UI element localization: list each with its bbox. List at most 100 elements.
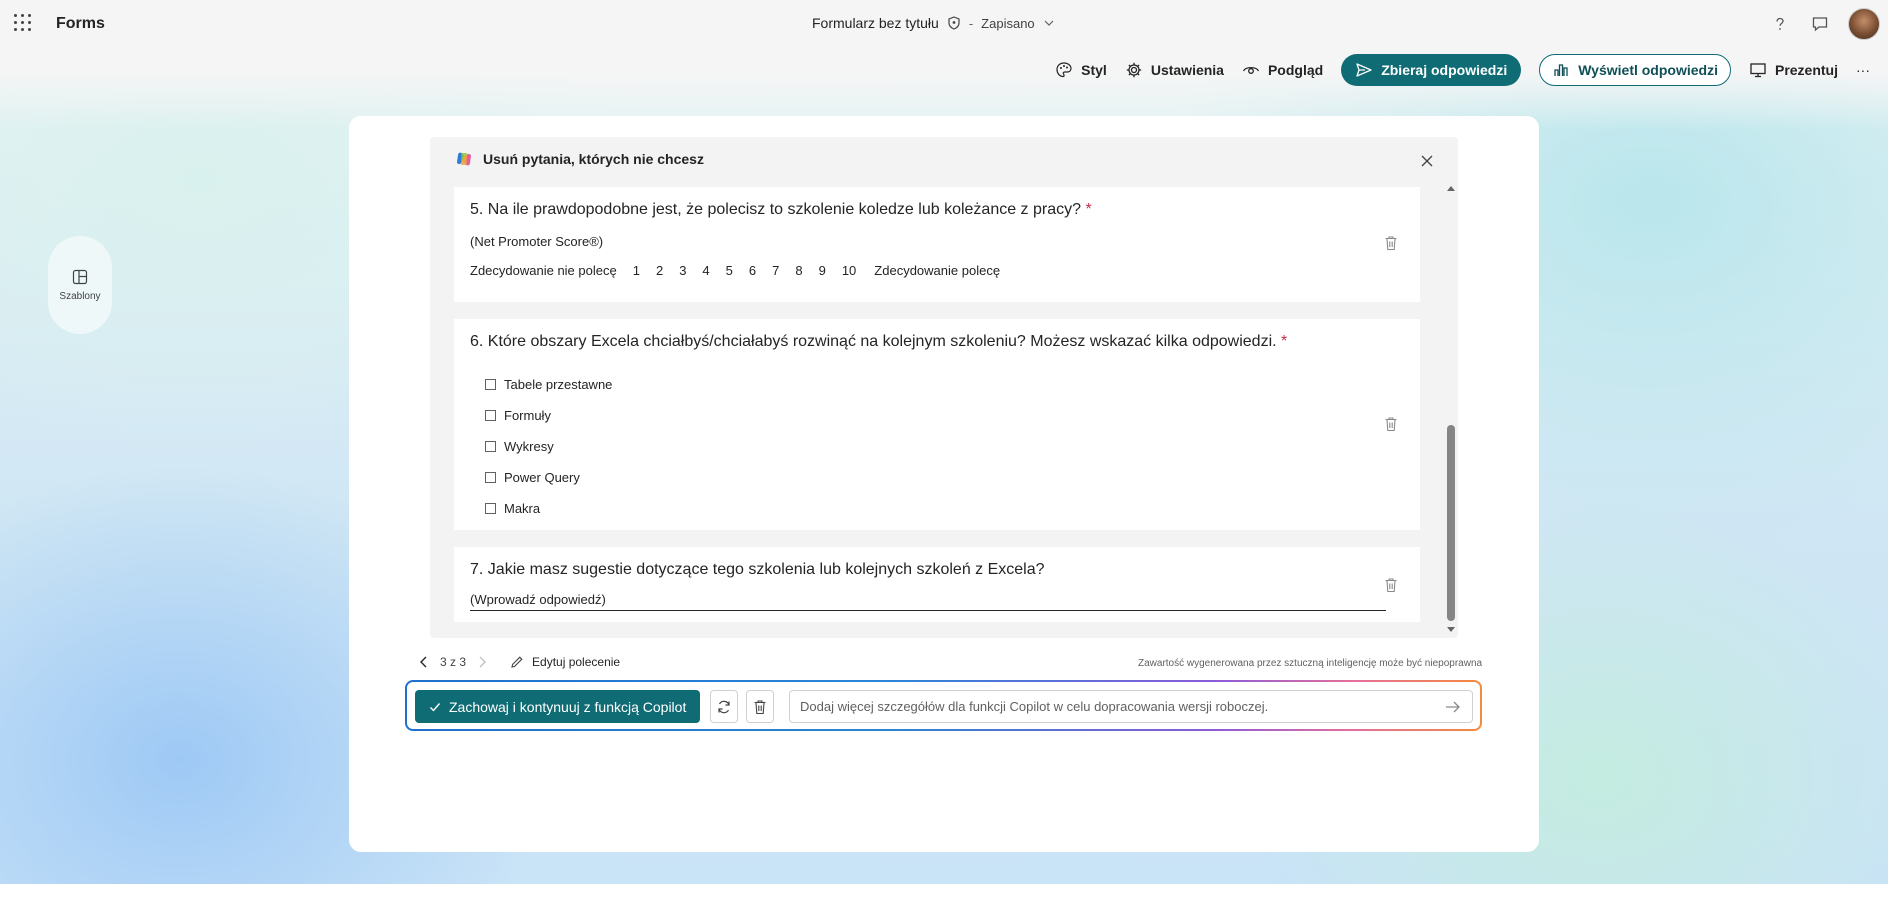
delete-question-icon[interactable] [1384,235,1398,251]
settings-button[interactable]: Ustawienia [1125,54,1224,86]
document-title[interactable]: Formularz bez tytułu [812,15,939,31]
question-title-text: 7. Jakie masz sugestie dotyczące tego sz… [470,561,1045,578]
discard-button[interactable] [746,690,774,723]
copilot-icon [457,152,471,166]
copilot-prompt-input[interactable]: Dodaj więcej szczegółów dla funkcji Copi… [789,690,1473,723]
panel-header: Usuń pytania, których nie chcesz [455,150,704,168]
question-card-7[interactable]: 7. Jakie masz sugestie dotyczące tego sz… [454,547,1420,622]
option-label: Tabele przestawne [504,377,613,392]
document-title-bar[interactable]: Formularz bez tytułu - Zapisano [812,15,1055,31]
checkbox-option[interactable]: Makra [485,501,540,516]
scale-option[interactable]: 2 [656,263,663,278]
gear-icon [1126,62,1142,78]
question-title-text: 5. Na ile prawdopodobne jest, że polecis… [470,201,1082,218]
question-card-5[interactable]: 5. Na ile prawdopodobne jest, że polecis… [454,187,1420,302]
checkbox-option[interactable]: Formuły [485,408,551,423]
regenerate-button[interactable] [710,690,738,723]
preview-label: Podgląd [1267,62,1324,78]
send-icon [1356,63,1372,77]
checkbox[interactable] [485,441,496,452]
bar-chart-icon [1554,64,1568,76]
question-title: 7. Jakie masz sugestie dotyczące tego sz… [470,561,1045,579]
copilot-prompt-inner: Zachowaj i kontynuuj z funkcją Copilot D… [407,682,1480,729]
draft-pager: 3 z 3 Edytuj polecenie [418,655,620,669]
header-actions [1768,8,1880,40]
collect-responses-label: Zbieraj odpowiedzi [1381,62,1508,78]
chevron-right-icon[interactable] [476,655,488,669]
keep-and-continue-button[interactable]: Zachowaj i kontynuuj z funkcją Copilot [415,690,701,723]
delete-question-icon[interactable] [1384,577,1398,593]
view-responses-button[interactable]: Wyświetl odpowiedzi [1539,54,1731,86]
more-options-button[interactable]: ··· [1856,54,1870,86]
scrollbar-thumb[interactable] [1447,425,1455,621]
feedback-icon[interactable] [1808,12,1832,36]
present-label: Prezentuj [1774,62,1838,78]
pencil-icon [511,656,523,668]
question-title: 5. Na ile prawdopodobne jest, że polecis… [470,201,1092,219]
question-title-text: 6. Które obszary Excela chciałbyś/chciał… [470,333,1277,350]
avatar[interactable] [1848,8,1880,40]
keep-and-continue-label: Zachowaj i kontynuuj z funkcją Copilot [449,698,687,715]
ai-disclaimer: Zawartość wygenerowana przez sztuczną in… [1138,658,1483,669]
answer-field[interactable]: (Wprowadź odpowiedź) [470,592,1386,611]
close-icon [1421,155,1433,167]
scale-left-label: Zdecydowanie nie polecę [470,263,617,278]
scale-option[interactable]: 4 [702,263,709,278]
templates-icon [72,269,88,284]
style-button[interactable]: Styl [1055,54,1107,86]
form-toolbar: Styl Ustawienia Podgląd Zbieraj odpowied… [1055,54,1870,86]
checkbox-option[interactable]: Wykresy [485,439,554,454]
app-launcher-icon[interactable] [14,14,32,32]
question-title: 6. Które obszary Excela chciałbyś/chciał… [470,333,1287,351]
present-button[interactable]: Prezentuj [1749,54,1838,86]
close-panel-button[interactable] [1416,150,1438,172]
option-label: Power Query [504,470,580,485]
edit-prompt-button[interactable]: Edytuj polecenie [510,655,620,669]
pager-text: 3 z 3 [440,655,467,669]
templates-button[interactable]: Szablony [48,236,112,334]
chevron-left-icon[interactable] [418,655,430,669]
required-mark: * [1085,201,1092,218]
option-label: Formuły [504,408,551,423]
checkbox-option[interactable]: Tabele przestawne [485,377,612,392]
scale-option[interactable]: 5 [726,263,733,278]
scale-option[interactable]: 3 [679,263,686,278]
checkmark-icon [430,702,441,712]
scale-option[interactable]: 8 [795,263,802,278]
scale-option[interactable]: 10 [842,263,856,278]
nps-scale: Zdecydowanie nie polecę 1 2 3 4 5 6 7 8 … [470,263,1000,278]
preview-button[interactable]: Podgląd [1242,54,1323,86]
edit-prompt-label: Edytuj polecenie [532,655,621,669]
scale-option[interactable]: 6 [749,263,756,278]
scroll-up-arrow[interactable] [1446,184,1456,192]
checkbox[interactable] [485,503,496,514]
question-subtitle: (Net Promoter Score®) [470,234,604,249]
question-card-6[interactable]: 6. Które obszary Excela chciałbyś/chciał… [454,319,1420,530]
checkbox[interactable] [485,410,496,421]
scale-option[interactable]: 7 [772,263,779,278]
more-options-label: ··· [1856,62,1870,78]
copilot-prompt-placeholder: Dodaj więcej szczegółów dla funkcji Copi… [800,699,1269,714]
chevron-down-icon[interactable] [1043,17,1055,29]
collect-responses-button[interactable]: Zbieraj odpowiedzi [1341,54,1522,86]
view-responses-label: Wyświetl odpowiedzi [1578,62,1718,78]
send-arrow-icon[interactable] [1444,699,1462,715]
app-name[interactable]: Forms [56,15,105,33]
copilot-prompt-bar: Zachowaj i kontynuuj z funkcją Copilot D… [405,680,1482,731]
eye-icon [1242,66,1260,74]
palette-icon [1056,62,1072,78]
scale-option[interactable]: 9 [819,263,826,278]
checkbox[interactable] [485,472,496,483]
title-separator: - [968,15,974,31]
shield-icon [948,16,960,30]
checkbox[interactable] [485,379,496,390]
option-label: Wykresy [504,439,554,454]
scale-option[interactable]: 1 [633,263,640,278]
save-status: Zapisano [981,15,1035,31]
option-label: Makra [504,501,541,516]
scroll-down-arrow[interactable] [1446,626,1456,634]
scale-right-label: Zdecydowanie polecę [874,263,1001,278]
checkbox-option[interactable]: Power Query [485,470,580,485]
delete-question-icon[interactable] [1384,416,1398,432]
help-icon[interactable] [1768,12,1792,36]
